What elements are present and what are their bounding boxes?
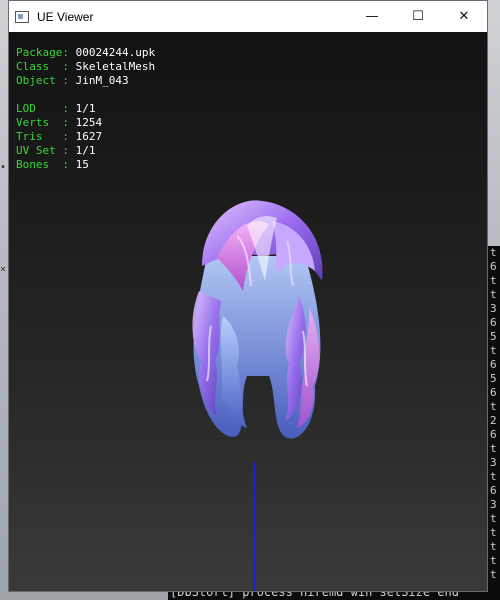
maximize-button[interactable]: ☐ [395, 1, 441, 32]
info-label: Class : [16, 60, 76, 73]
info-label: LOD : [16, 102, 76, 115]
console-side-text: t 6 t t 3 6 5 t 6 5 6 t 2 6 t 3 t 6 3 t … [490, 246, 497, 595]
info-value: 15 [75, 158, 89, 171]
info-label: UV Set : [16, 144, 76, 157]
desktop-edge-glyph: • [0, 162, 7, 173]
info-label: Verts : [16, 116, 76, 129]
minimize-icon: — [365, 9, 379, 24]
ue-viewer-window[interactable]: UE Viewer — ☐ ✕ Package: 00024244.upk Cl… [8, 0, 488, 592]
info-value: 1/1 [75, 102, 96, 115]
info-label: Package: [16, 46, 76, 59]
info-label: Object : [16, 74, 76, 87]
info-verts: Verts : 1254 [16, 116, 155, 130]
window-title: UE Viewer [37, 9, 94, 24]
maximize-icon: ☐ [412, 9, 424, 24]
info-value: SkeletalMesh [75, 60, 156, 73]
info-object: Object : JinM_043 [16, 74, 155, 88]
info-value: 1627 [75, 130, 103, 143]
close-icon: ✕ [458, 9, 470, 24]
title-bar[interactable]: UE Viewer — ☐ ✕ [9, 1, 487, 32]
mesh-info-overlay: Package: 00024244.upk Class : SkeletalMe… [16, 46, 155, 172]
info-value: JinM_043 [75, 74, 129, 87]
info-class: Class : SkeletalMesh [16, 60, 155, 74]
info-package: Package: 00024244.upk [16, 46, 155, 60]
info-label: Bones : [16, 158, 76, 171]
minimize-button[interactable]: — [349, 1, 395, 32]
z-axis-line [253, 462, 255, 591]
app-icon [15, 10, 29, 23]
info-value: 00024244.upk [75, 46, 156, 59]
info-value: 1/1 [75, 144, 96, 157]
info-value: 1254 [75, 116, 103, 129]
info-lod: LOD : 1/1 [16, 102, 155, 116]
3d-viewport[interactable]: Package: 00024244.upk Class : SkeletalMe… [9, 32, 487, 591]
desktop-edge-glyph: × [0, 264, 7, 275]
info-uvset: UV Set : 1/1 [16, 144, 155, 158]
close-button[interactable]: ✕ [441, 1, 487, 32]
info-bones: Bones : 15 [16, 158, 155, 172]
info-tris: Tris : 1627 [16, 130, 155, 144]
hair-mesh-render[interactable] [177, 196, 337, 456]
window-controls: — ☐ ✕ [349, 1, 487, 32]
background-console-side: t 6 t t 3 6 5 t 6 5 6 t 2 6 t 3 t 6 3 t … [488, 246, 500, 600]
info-label: Tris : [16, 130, 76, 143]
